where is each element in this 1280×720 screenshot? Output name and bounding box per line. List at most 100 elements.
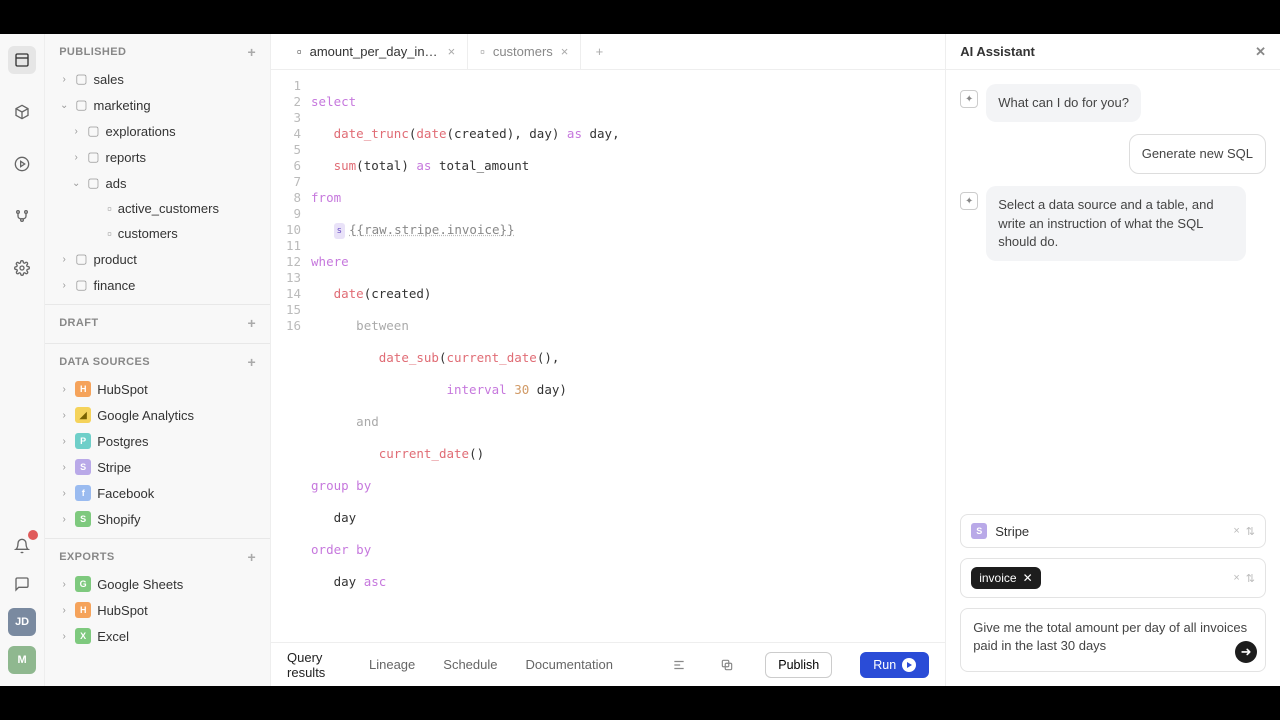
- file-icon: ▫: [297, 44, 302, 59]
- export-excel[interactable]: ›XExcel: [51, 623, 264, 649]
- tab-documentation[interactable]: Documentation: [526, 657, 613, 672]
- section-draft-label: DRAFT: [59, 317, 98, 329]
- ds-hubspot[interactable]: ›HHubSpot: [51, 376, 264, 402]
- ds-label: Stripe: [97, 460, 131, 475]
- avatar-m[interactable]: M: [8, 646, 36, 674]
- tab-label: customers: [493, 44, 553, 59]
- code-content[interactable]: select date_trunc(date(created), day) as…: [311, 78, 945, 642]
- run-button[interactable]: Run: [860, 652, 929, 678]
- chip-label: invoice: [979, 571, 1016, 585]
- section-exports-label: EXPORTS: [59, 551, 114, 563]
- folder-label: ads: [105, 176, 126, 191]
- tab-query-results[interactable]: Query results: [287, 650, 341, 680]
- ds-label: Google Analytics: [97, 408, 194, 423]
- add-published-icon[interactable]: +: [247, 44, 256, 60]
- publish-button[interactable]: Publish: [765, 652, 832, 678]
- add-draft-icon[interactable]: +: [247, 315, 256, 331]
- folder-product[interactable]: › ▢ product: [51, 246, 264, 272]
- folder-finance[interactable]: › ▢ finance: [51, 272, 264, 298]
- export-sheets[interactable]: ›GGoogle Sheets: [51, 571, 264, 597]
- clear-icon[interactable]: ×: [1233, 525, 1239, 538]
- stripe-icon: S: [75, 459, 91, 475]
- close-assistant-icon[interactable]: ✕: [1255, 44, 1266, 60]
- tab-label: amount_per_day_invoic...: [310, 44, 440, 59]
- folder-label: marketing: [93, 98, 150, 113]
- facebook-icon: f: [75, 485, 91, 501]
- close-tab-icon[interactable]: ×: [561, 44, 569, 59]
- ds-shopify[interactable]: ›SShopify: [51, 506, 264, 532]
- folder-icon: ▢: [75, 71, 87, 87]
- avatar-jd[interactable]: JD: [8, 608, 36, 636]
- chevron-down-icon: ⌄: [59, 100, 69, 111]
- folder-label: sales: [93, 72, 123, 87]
- chevron-right-icon: ›: [59, 74, 69, 85]
- line-gutter: 1234 5678 9101112 13141516: [271, 78, 311, 642]
- file-active-customers[interactable]: ▫ active_customers: [51, 196, 264, 221]
- file-icon: ▫: [107, 201, 112, 216]
- add-datasource-icon[interactable]: +: [247, 354, 256, 370]
- folder-ads[interactable]: ⌄ ▢ ads: [51, 170, 264, 196]
- send-button[interactable]: ➜: [1235, 641, 1257, 663]
- folder-reports[interactable]: › ▢ reports: [51, 144, 264, 170]
- notifications-icon[interactable]: [8, 532, 36, 560]
- ds-ga[interactable]: ›◢Google Analytics: [51, 402, 264, 428]
- bot-icon: ✦: [960, 90, 978, 108]
- updown-icon[interactable]: ⇅: [1246, 525, 1255, 538]
- remove-chip-icon[interactable]: ✕: [1023, 571, 1033, 585]
- chevron-down-icon: ⌄: [71, 178, 81, 189]
- editor-area: ▫ amount_per_day_invoic... × ▫ customers…: [271, 34, 946, 686]
- assistant-message: Select a data source and a table, and wr…: [986, 186, 1246, 261]
- bot-icon: ✦: [960, 192, 978, 210]
- tab-amount-per-day[interactable]: ▫ amount_per_day_invoic... ×: [285, 34, 468, 69]
- close-tab-icon[interactable]: ×: [448, 44, 456, 59]
- export-hubspot[interactable]: ›HHubSpot: [51, 597, 264, 623]
- prompt-text: Give me the total amount per day of all …: [973, 620, 1247, 653]
- table-chip[interactable]: invoice ✕: [971, 567, 1040, 589]
- nav-settings-icon[interactable]: [8, 254, 36, 282]
- chat-icon[interactable]: [8, 570, 36, 598]
- export-label: Excel: [97, 629, 129, 644]
- sheets-icon: G: [75, 576, 91, 592]
- generate-sql-button[interactable]: Generate new SQL: [1129, 134, 1266, 174]
- code-editor[interactable]: 1234 5678 9101112 13141516 select date_t…: [271, 70, 945, 642]
- add-tab-icon[interactable]: +: [581, 34, 617, 69]
- folder-marketing[interactable]: ⌄ ▢ marketing: [51, 92, 264, 118]
- file-icon: ▫: [107, 226, 112, 241]
- folder-icon: ▢: [87, 149, 99, 165]
- updown-icon[interactable]: ⇅: [1246, 572, 1255, 585]
- add-export-icon[interactable]: +: [247, 549, 256, 565]
- table-select[interactable]: invoice ✕ × ⇅: [960, 558, 1266, 598]
- chevron-right-icon: ›: [59, 254, 69, 265]
- format-icon[interactable]: [669, 651, 689, 679]
- tab-schedule[interactable]: Schedule: [443, 657, 497, 672]
- section-published-label: PUBLISHED: [59, 46, 126, 58]
- clear-icon[interactable]: ×: [1233, 572, 1239, 585]
- ds-facebook[interactable]: ›fFacebook: [51, 480, 264, 506]
- nav-play-icon[interactable]: [8, 150, 36, 178]
- folder-label: explorations: [105, 124, 175, 139]
- ds-postgres[interactable]: ›PPostgres: [51, 428, 264, 454]
- file-label: active_customers: [118, 201, 219, 216]
- folder-label: product: [93, 252, 136, 267]
- postgres-icon: P: [75, 433, 91, 449]
- ds-stripe[interactable]: ›SStripe: [51, 454, 264, 480]
- file-customers[interactable]: ▫ customers: [51, 221, 264, 246]
- datasource-select[interactable]: S Stripe ×⇅: [960, 514, 1266, 548]
- assistant-message: What can I do for you?: [986, 84, 1141, 122]
- google-analytics-icon: ◢: [75, 407, 91, 423]
- nav-explorer-icon[interactable]: [8, 46, 36, 74]
- folder-sales[interactable]: › ▢ sales: [51, 66, 264, 92]
- export-label: Google Sheets: [97, 577, 183, 592]
- folder-icon: ▢: [75, 251, 87, 267]
- tab-customers[interactable]: ▫ customers ×: [468, 34, 581, 69]
- folder-icon: ▢: [75, 97, 87, 113]
- file-sidebar: PUBLISHED + › ▢ sales ⌄ ▢ marketing › ▢ …: [45, 34, 271, 686]
- copy-icon[interactable]: [717, 651, 737, 679]
- tab-lineage[interactable]: Lineage: [369, 657, 415, 672]
- prompt-textarea[interactable]: Give me the total amount per day of all …: [960, 608, 1266, 672]
- nav-cube-icon[interactable]: [8, 98, 36, 126]
- ds-label: HubSpot: [97, 382, 148, 397]
- nav-branches-icon[interactable]: [8, 202, 36, 230]
- folder-icon: ▢: [87, 175, 99, 191]
- folder-explorations[interactable]: › ▢ explorations: [51, 118, 264, 144]
